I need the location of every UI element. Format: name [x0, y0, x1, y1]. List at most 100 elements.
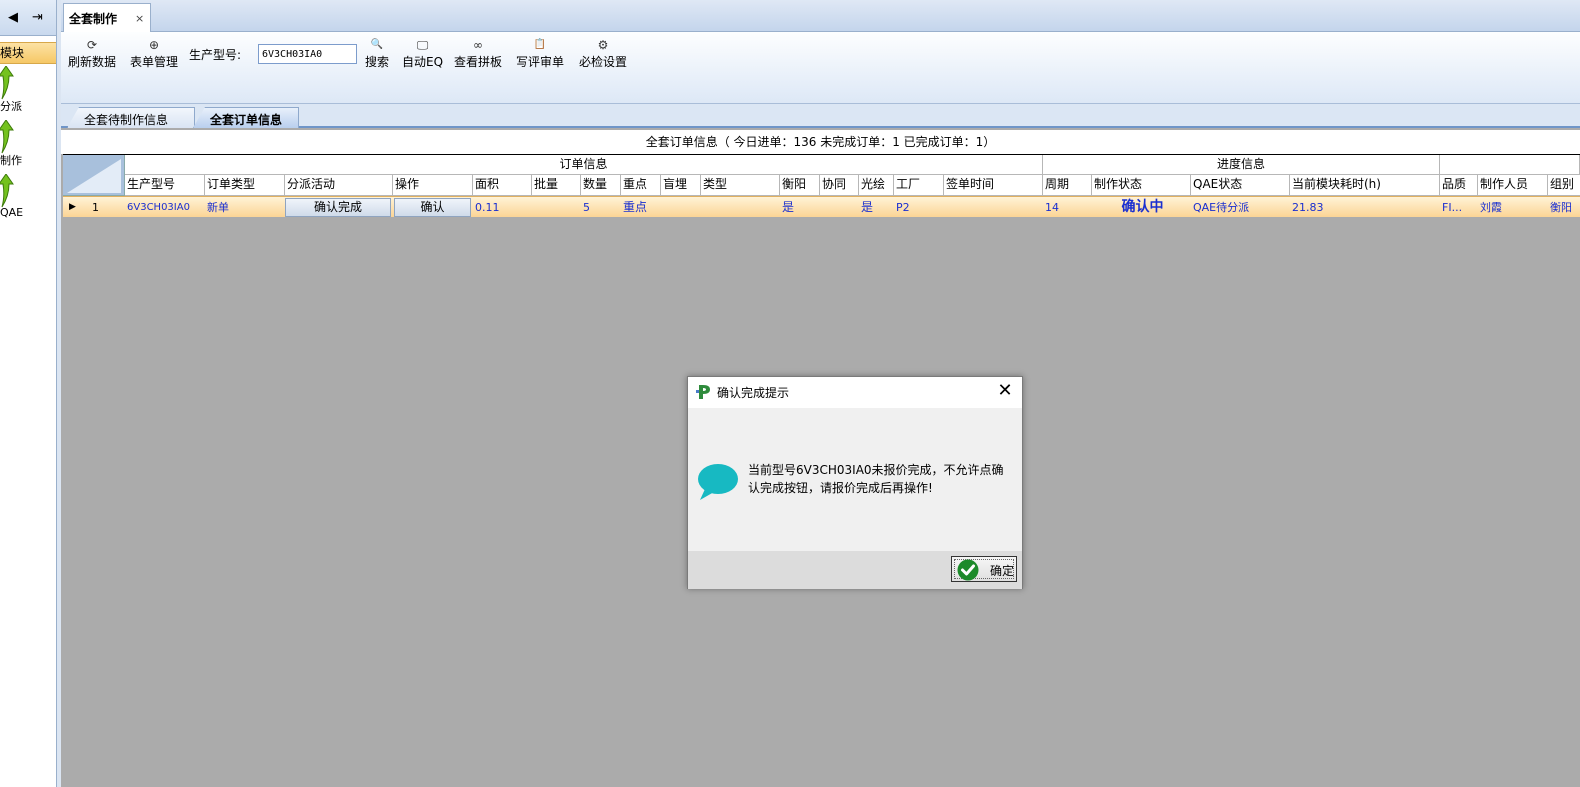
table-row[interactable]: ▶ 1 6V3CH03IA0 新单 确认完成 确认 0.11 5 重点 是 是 … — [63, 196, 1580, 217]
group-header-empty — [1440, 155, 1580, 175]
nav-item-label: QAE — [0, 206, 24, 219]
product-model-label: 生产型号: — [189, 48, 242, 62]
col-header[interactable]: 面积 — [473, 175, 532, 196]
col-header[interactable]: 订单类型 — [205, 175, 285, 196]
dialog-body: 当前型号6V3CH03IA0未报价完成，不允许点确认完成按钮，请报价完成后再操作… — [688, 408, 1022, 551]
green-arrow-icon — [0, 66, 14, 100]
plus-circle-icon: ⊕ — [148, 38, 160, 52]
dialog-title-bar[interactable]: 确认完成提示 ✕ — [688, 377, 1022, 408]
dialog-message: 当前型号6V3CH03IA0未报价完成，不允许点确认完成按钮，请报价完成后再操作… — [748, 463, 1004, 495]
speech-bubble-icon — [698, 464, 738, 500]
auto-eq-label: 自动EQ — [402, 55, 444, 69]
form-manage-button[interactable]: ⊕ 表单管理 — [130, 36, 178, 70]
col-header[interactable]: 协同 — [820, 175, 859, 196]
green-arrow-icon — [0, 174, 14, 208]
settings-label: 必检设置 — [579, 55, 628, 69]
cell-product: 6V3CH03IA0 — [127, 202, 190, 213]
group-header-progress: 进度信息 — [1043, 155, 1440, 175]
nav-item-make[interactable]: 制作 — [0, 118, 56, 172]
grid-corner — [63, 155, 125, 196]
gears-icon: ⚙ — [597, 38, 609, 52]
confirm-complete-button[interactable]: 确认完成 — [285, 198, 391, 217]
cell-production-status: 确认中 — [1121, 199, 1164, 215]
search-button[interactable]: 🔍 搜索 — [365, 36, 389, 70]
col-header[interactable]: 光绘 — [859, 175, 894, 196]
refresh-button[interactable]: ⟳ 刷新数据 — [68, 36, 116, 70]
col-header[interactable]: 分派活动 — [285, 175, 393, 196]
col-header[interactable]: 签单时间 — [944, 175, 1043, 196]
col-header[interactable]: 生产型号 — [125, 175, 205, 196]
col-header[interactable]: 制作状态 — [1092, 175, 1191, 196]
col-header[interactable]: 制作人员 — [1478, 175, 1548, 196]
view-panel-button[interactable]: ∞ 查看拼板 — [454, 36, 502, 70]
toolbar: ⟳ 刷新数据 ⊕ 表单管理 生产型号: 🔍 搜索 🖵 自动EQ ∞ 查看拼板 📋… — [61, 32, 1580, 104]
col-header[interactable]: 品质 — [1440, 175, 1478, 196]
col-header[interactable]: 盲埋 — [661, 175, 701, 196]
col-header[interactable]: 类型 — [701, 175, 780, 196]
tab-title: 全套制作 — [69, 11, 118, 26]
link-icon: ∞ — [473, 38, 483, 52]
ok-button[interactable]: 确定 — [951, 556, 1017, 582]
group-header-order-info: 订单信息 — [125, 155, 1043, 175]
cell-key: 重点 — [623, 200, 648, 214]
tab-full-set-production[interactable]: 全套制作 × — [63, 3, 151, 32]
confirm-complete-dialog: 确认完成提示 ✕ 当前型号6V3CH03IA0未报价完成，不允许点确认完成按钮，… — [687, 376, 1023, 589]
module-header: 模块 — [0, 42, 56, 64]
orders-grid: 订单信息 进度信息 生产型号 订单类型 分派活动 操作 面积 批量 数量 重点 … — [63, 154, 1580, 217]
collapse-left-icon[interactable]: ◀ — [8, 10, 18, 25]
confirm-button[interactable]: 确认 — [394, 198, 471, 217]
cell-order-type: 新单 — [207, 201, 229, 214]
col-header[interactable]: 批量 — [532, 175, 581, 196]
cell-qty: 5 — [583, 201, 590, 214]
close-icon[interactable]: × — [135, 12, 144, 25]
refresh-label: 刷新数据 — [68, 55, 117, 69]
left-nav-panel: ◀ ⇥ 模块 分派 制作 QAE — [0, 0, 57, 787]
cell-type — [701, 197, 780, 217]
monitor-icon: 🖵 — [416, 38, 429, 52]
refresh-icon: ⟳ — [86, 38, 98, 52]
cell-group: 衡阳 — [1550, 201, 1572, 214]
cell-cycle: 14 — [1045, 201, 1059, 214]
col-header[interactable]: 组别 — [1548, 175, 1580, 196]
col-header[interactable]: 数量 — [581, 175, 621, 196]
col-header[interactable]: 周期 — [1043, 175, 1092, 196]
write-review-button[interactable]: 📋 写评审单 — [516, 36, 564, 70]
view-panel-label: 查看拼板 — [454, 55, 503, 69]
auto-eq-button[interactable]: 🖵 自动EQ — [402, 36, 443, 70]
clipboard-icon: 📋 — [533, 39, 547, 50]
tab-pending-production[interactable]: 全套待制作信息 — [67, 107, 195, 128]
col-header[interactable]: 当前模块耗时(h) — [1290, 175, 1440, 196]
close-icon[interactable]: ✕ — [994, 380, 1016, 401]
green-arrow-icon — [0, 120, 14, 154]
cell-hengyang: 是 — [782, 200, 795, 214]
cell-batch — [532, 197, 581, 217]
cell-elapsed: 21.83 — [1292, 201, 1324, 214]
cell-quality: FI... — [1442, 201, 1463, 214]
nav-item-assign[interactable]: 分派 — [0, 64, 56, 118]
nav-item-qae[interactable]: QAE — [0, 172, 56, 226]
product-model-input[interactable] — [258, 44, 357, 64]
cell-area: 0.11 — [475, 201, 500, 214]
checkmark-icon — [957, 559, 979, 581]
col-header[interactable]: 衡阳 — [780, 175, 820, 196]
cell-factory: P2 — [896, 201, 910, 214]
search-icon: 🔍 — [370, 39, 384, 50]
dialog-title: 确认完成提示 — [717, 386, 790, 400]
cell-photo: 是 — [861, 200, 874, 214]
write-review-label: 写评审单 — [516, 55, 565, 69]
col-header[interactable]: 工厂 — [894, 175, 944, 196]
search-label: 搜索 — [365, 55, 390, 69]
order-summary: 全套订单信息（ 今日进单：136 未完成订单：1 已完成订单：1） — [61, 130, 1580, 154]
cell-qae-status: QAE待分派 — [1193, 201, 1250, 214]
cell-coop — [820, 197, 859, 217]
tab-order-info[interactable]: 全套订单信息 — [193, 107, 299, 128]
nav-item-label: 制作 — [0, 154, 22, 167]
required-check-settings-button[interactable]: ⚙ 必检设置 — [579, 36, 627, 70]
col-header[interactable]: 操作 — [393, 175, 473, 196]
cell-blind — [661, 197, 701, 217]
app-logo-icon — [696, 385, 710, 399]
login-arrow-icon[interactable]: ⇥ — [32, 10, 43, 25]
col-header[interactable]: 重点 — [621, 175, 661, 196]
col-header[interactable]: QAE状态 — [1191, 175, 1290, 196]
ok-label: 确定 — [990, 564, 1015, 578]
